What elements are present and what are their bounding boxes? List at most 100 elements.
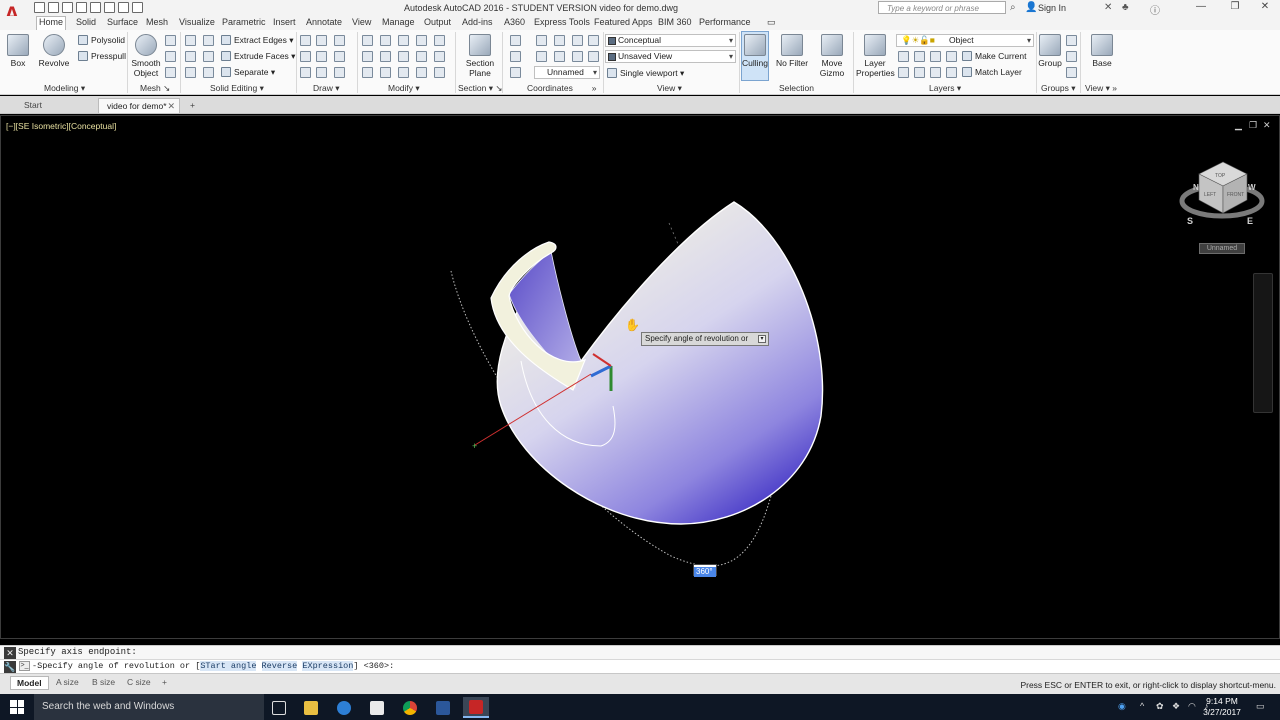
tray-app-icon[interactable]: ✿ — [1156, 701, 1164, 712]
polysolid-button[interactable]: Polysolid — [78, 34, 125, 47]
named-view-combo[interactable]: Unsaved View — [605, 50, 736, 63]
hatch-icon[interactable] — [300, 67, 311, 78]
layer-unlock-icon[interactable] — [946, 67, 957, 78]
erase-icon[interactable] — [362, 67, 373, 78]
tab-bim-360[interactable]: BIM 360 — [656, 17, 694, 27]
polyline-icon[interactable] — [316, 35, 327, 46]
tray-chevron-icon[interactable]: ^ — [1140, 701, 1144, 711]
subtract-icon[interactable] — [185, 51, 196, 62]
sign-in-link[interactable]: Sign In — [1038, 3, 1066, 13]
align-icon[interactable] — [362, 51, 373, 62]
ucs-face-icon[interactable] — [588, 51, 599, 62]
windows-start-icon[interactable] — [10, 700, 24, 714]
task-view-icon[interactable] — [266, 697, 292, 718]
layer-unisolate-icon[interactable] — [914, 67, 925, 78]
line-icon[interactable] — [300, 35, 311, 46]
add-layout-button[interactable]: + — [156, 676, 173, 690]
tooltip-options-icon[interactable]: ▾ — [758, 335, 766, 343]
intersect-icon[interactable] — [185, 67, 196, 78]
tab-manage[interactable]: Manage — [380, 17, 417, 27]
save-as-icon[interactable] — [76, 2, 87, 13]
tab-home[interactable]: Home — [36, 16, 67, 30]
command-close-icon[interactable]: ✕ — [4, 647, 16, 659]
panel-title-modify[interactable]: Modify ▾ — [388, 83, 420, 94]
option-reverse[interactable]: Reverse — [261, 661, 298, 671]
minimize-button[interactable]: — — [1186, 1, 1216, 12]
panel-title-groups[interactable]: Groups ▾ — [1041, 83, 1076, 94]
separate-button[interactable]: Separate ▾ — [221, 66, 275, 79]
ungroup-icon[interactable] — [1066, 35, 1077, 46]
tab-a360[interactable]: A360 — [502, 17, 527, 27]
cloud-sync-icon[interactable]: ◉ — [1118, 701, 1126, 712]
ucs-origin-icon[interactable] — [510, 51, 521, 62]
angle-input-box[interactable] — [693, 564, 717, 577]
layout-tab-model[interactable]: Model — [10, 676, 49, 690]
layer-off-icon[interactable] — [898, 51, 909, 62]
spline-icon[interactable] — [300, 51, 311, 62]
presspull-button[interactable]: Presspull — [78, 50, 126, 63]
undo-icon[interactable] — [104, 2, 115, 13]
3d-move-icon[interactable] — [380, 35, 391, 46]
tab-performance[interactable]: Performance — [697, 17, 753, 27]
circle-icon[interactable] — [334, 51, 345, 62]
layout-tab-c-size[interactable]: C size — [121, 676, 157, 690]
named-ucs-combo[interactable]: Unnamed — [534, 66, 600, 79]
taskbar-clock[interactable]: 9:14 PM 3/27/2017 — [1194, 696, 1250, 718]
offset-icon[interactable] — [434, 51, 445, 62]
panel-title-mesh[interactable]: Mesh ↘ — [140, 83, 170, 94]
ucs-object-icon[interactable] — [572, 51, 583, 62]
ucs-y-icon[interactable] — [572, 35, 583, 46]
layer-on-icon[interactable] — [898, 67, 909, 78]
save-icon[interactable] — [62, 2, 73, 13]
layer-thaw-icon[interactable] — [930, 67, 941, 78]
mirror-icon[interactable] — [398, 51, 409, 62]
box-button[interactable]: Box — [4, 32, 32, 68]
copy-icon[interactable] — [398, 67, 409, 78]
exchange-apps-icon[interactable]: ✕ — [1104, 2, 1112, 13]
panel-title-modeling[interactable]: Modeling ▾ — [44, 83, 85, 94]
redo-icon[interactable] — [118, 2, 129, 13]
taskbar-search[interactable]: Search the web and Windows — [34, 694, 264, 720]
trim-icon[interactable] — [434, 35, 445, 46]
ucs-previous-icon[interactable] — [510, 67, 521, 78]
a360-icon[interactable]: ♣ — [1122, 2, 1129, 13]
tab-output[interactable]: Output — [422, 17, 453, 27]
panel-title-view-base[interactable]: View ▾ » — [1085, 83, 1117, 94]
make-current-button[interactable]: Make Current — [962, 50, 1027, 63]
tab-insert[interactable]: Insert — [271, 17, 298, 27]
tab-annotate[interactable]: Annotate — [304, 17, 344, 27]
option-expression[interactable]: EXpression — [302, 661, 354, 671]
file-tab-start[interactable]: Start — [6, 98, 96, 113]
ellipse-icon[interactable] — [334, 67, 345, 78]
restore-button[interactable]: ❐ — [1220, 1, 1250, 12]
angle-input[interactable] — [694, 566, 716, 577]
layer-freeze-icon[interactable] — [930, 51, 941, 62]
search-box[interactable] — [878, 1, 1006, 14]
new-file-icon[interactable] — [34, 2, 45, 13]
no-filter-button[interactable]: No Filter — [774, 32, 810, 68]
refine-mesh-icon[interactable] — [165, 51, 176, 62]
print-icon[interactable] — [90, 2, 101, 13]
tab-parametric[interactable]: Parametric — [220, 17, 268, 27]
tab-mesh[interactable]: Mesh — [144, 17, 170, 27]
crease-icon[interactable] — [165, 67, 176, 78]
union-icon[interactable] — [185, 35, 196, 46]
navigation-bar[interactable] — [1253, 273, 1273, 413]
layout-tab-b-size[interactable]: B size — [86, 676, 121, 690]
open-file-icon[interactable] — [48, 2, 59, 13]
fillet-icon[interactable] — [362, 35, 373, 46]
viewcube[interactable]: TOP LEFT FRONT N S E W — [1179, 161, 1265, 226]
stretch-icon[interactable] — [416, 67, 427, 78]
ribbon-overflow-icon[interactable]: ▭ — [765, 17, 778, 28]
base-view-button[interactable]: Base — [1088, 32, 1116, 68]
viewport-config-button[interactable]: Single viewport ▾ — [607, 67, 684, 80]
close-window-button[interactable]: ✕ — [1250, 1, 1280, 12]
help-icon[interactable]: ⓘ — [1150, 2, 1160, 17]
ucs-menu-badge[interactable]: Unnamed — [1199, 243, 1245, 254]
smooth-object-button[interactable]: Smooth Object — [131, 32, 161, 78]
slice-icon[interactable] — [203, 51, 214, 62]
scale-icon[interactable] — [416, 51, 427, 62]
panel-title-solid-editing[interactable]: Solid Editing ▾ — [210, 83, 264, 94]
file-explorer-icon[interactable] — [298, 697, 324, 718]
layer-lock-icon[interactable] — [946, 51, 957, 62]
